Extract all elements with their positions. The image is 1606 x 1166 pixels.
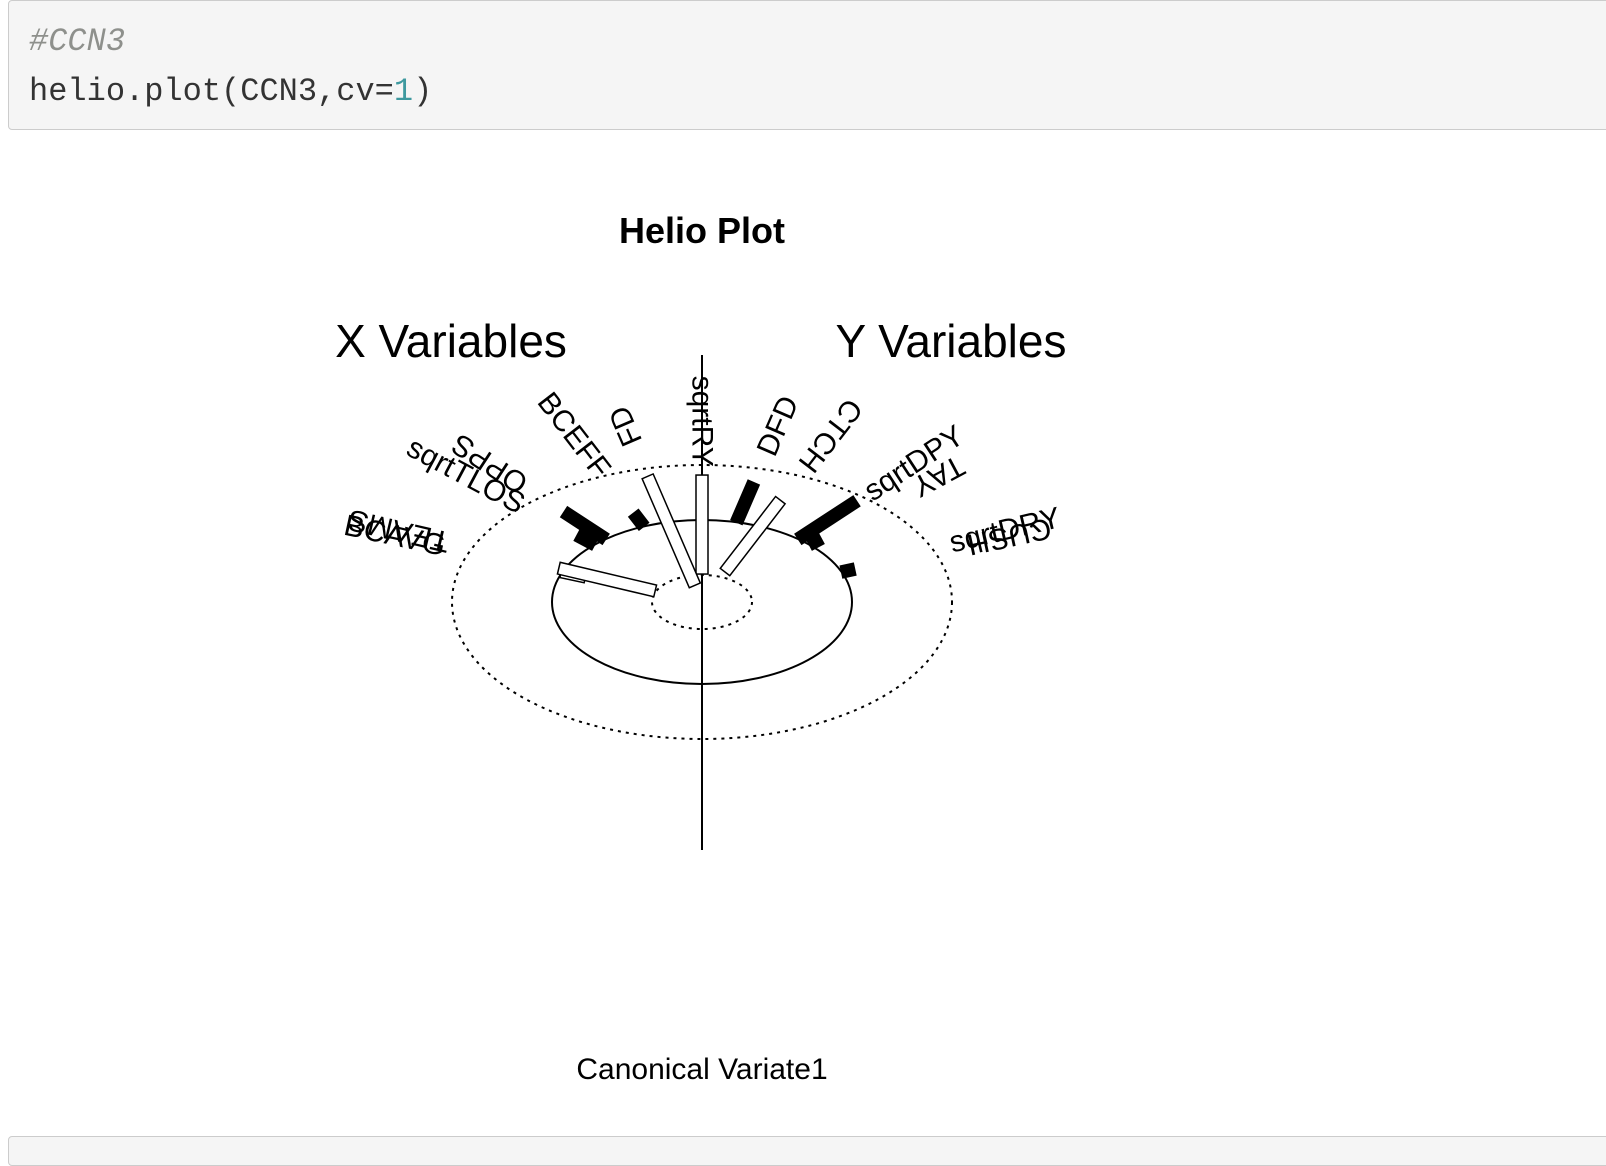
- helio-plot: Helio Plot X Variables Y Variables Canon…: [335, 210, 1067, 1086]
- x-variable-label-BCEFF: BCEFF: [531, 386, 617, 484]
- y-variable-bar-sqrtDPY: [794, 495, 861, 546]
- y-variable-label-FD: FD: [603, 401, 649, 451]
- next-code-block: [8, 1136, 1606, 1166]
- x-variables-heading: X Variables: [335, 315, 567, 367]
- y-variables-heading: Y Variables: [836, 315, 1067, 367]
- y-variable-label-DFD: DFD: [751, 391, 806, 461]
- y-variable-bar-FD: [641, 472, 702, 589]
- x-variable-bar-sqrtRY: [695, 474, 709, 575]
- code-comment: #CCN3: [29, 23, 126, 60]
- x-variable-bar-CUSH: [839, 562, 857, 579]
- code-block: #CCN3 helio.plot(CCN3,cv=1): [8, 0, 1606, 130]
- x-variable-label-sqrtRY: sqrtRY: [686, 376, 719, 467]
- code-call: helio.plot(CCN3,cv=1): [29, 73, 432, 110]
- code-call-prefix: helio.plot(CCN3,cv=: [29, 73, 394, 110]
- chart-title: Helio Plot: [619, 210, 785, 251]
- code-call-suffix: ): [413, 73, 433, 110]
- plot-area: Helio Plot X Variables Y Variables Canon…: [0, 140, 1606, 1110]
- x-axis-label: Canonical Variate1: [576, 1053, 827, 1086]
- x-variable-bar-CTCH: [719, 495, 787, 577]
- y-variable-bar-DFD: [730, 479, 761, 526]
- code-call-number: 1: [393, 73, 414, 110]
